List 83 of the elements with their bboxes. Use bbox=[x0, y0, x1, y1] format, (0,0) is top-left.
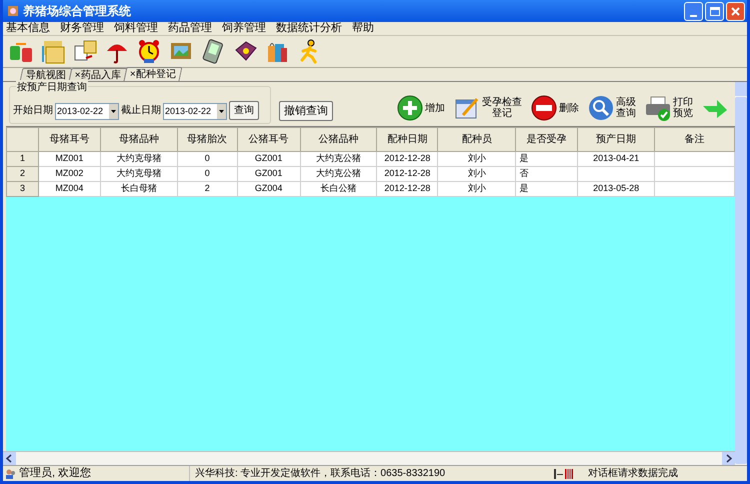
table-cell: MZ004 bbox=[38, 182, 100, 196]
close-tab-icon[interactable]: × bbox=[74, 68, 81, 82]
close-button[interactable] bbox=[726, 2, 745, 20]
table-cell: 0 bbox=[177, 166, 238, 182]
status-company: 兴华科技: 专业开发定做软件，联系电话：0635-8332190 bbox=[189, 466, 544, 481]
menu-item[interactable]: 饲养管理 bbox=[219, 20, 269, 37]
column-header[interactable]: 是否受孕 bbox=[516, 128, 578, 152]
row-number: 2 bbox=[6, 166, 38, 182]
status-user: 管理员, 欢迎您 bbox=[19, 466, 92, 482]
table-cell: 长白母猪 bbox=[100, 182, 178, 196]
delete-icon[interactable] bbox=[530, 94, 558, 122]
horizontal-scrollbar[interactable] bbox=[3, 451, 735, 465]
table-cell: 大约克母猪 bbox=[100, 166, 178, 182]
printer-icon[interactable] bbox=[644, 94, 672, 122]
cancel-query-button[interactable]: 撤销查询 bbox=[279, 101, 333, 121]
column-header[interactable]: 配种员 bbox=[438, 128, 516, 152]
folders-icon[interactable] bbox=[40, 38, 66, 65]
row-number: 3 bbox=[6, 182, 38, 196]
menu-item[interactable]: 帮助 bbox=[349, 20, 377, 37]
table-cell: 大约克公猪 bbox=[300, 166, 377, 182]
table-cell: 2013-05-28 bbox=[578, 182, 655, 196]
table-cell: 2012-12-28 bbox=[376, 152, 438, 166]
action-label[interactable]: 删除 bbox=[559, 102, 579, 114]
column-header[interactable]: 公猪品种 bbox=[300, 128, 377, 152]
table-cell: 2012-12-28 bbox=[376, 182, 438, 196]
add-icon[interactable] bbox=[396, 94, 424, 122]
status-message: 对话框请求数据完成 bbox=[588, 466, 678, 481]
menu-item[interactable]: 财务管理 bbox=[57, 20, 107, 37]
menu-item[interactable]: 基本信息 bbox=[3, 20, 53, 37]
vertical-scrollbar[interactable] bbox=[735, 82, 747, 465]
table-cell: 是 bbox=[516, 152, 578, 166]
table-cell: 是 bbox=[516, 182, 578, 196]
table-cell: 否 bbox=[516, 166, 578, 182]
menu-item[interactable]: 药品管理 bbox=[165, 20, 215, 37]
table-cell: MZ002 bbox=[38, 166, 100, 182]
table-cell: 刘小 bbox=[438, 166, 516, 182]
row-number: 1 bbox=[6, 152, 38, 166]
maximize-button[interactable] bbox=[705, 2, 724, 20]
tab[interactable]: ×药品入库 bbox=[68, 68, 128, 81]
menu-item[interactable]: 饲料管理 bbox=[111, 20, 161, 37]
close-icon bbox=[730, 6, 741, 16]
scroll-left-icon[interactable] bbox=[3, 452, 16, 465]
search-icon[interactable] bbox=[587, 94, 615, 122]
table-cell: 2012-12-28 bbox=[376, 166, 438, 182]
menu-item[interactable]: 数据统计分析 bbox=[273, 20, 345, 37]
column-header[interactable]: 母猪胎次 bbox=[177, 128, 238, 152]
action-label[interactable]: 受孕检查 登记 bbox=[482, 97, 522, 119]
start-date-field[interactable]: 2013-02-22 bbox=[55, 103, 119, 120]
table-cell: 长白公猪 bbox=[300, 182, 377, 196]
table-cell: 0 bbox=[177, 152, 238, 166]
action-label[interactable]: 高级 查询 bbox=[616, 97, 636, 119]
column-header[interactable]: 配种日期 bbox=[376, 128, 438, 152]
end-date-label: 截止日期 bbox=[121, 104, 161, 118]
column-header[interactable]: 公猪耳号 bbox=[237, 128, 300, 152]
scroll-right-icon[interactable] bbox=[722, 452, 735, 465]
column-header[interactable]: 预产日期 bbox=[578, 128, 655, 152]
table-cell: GZ001 bbox=[237, 152, 300, 166]
table-cell: 大约克公猪 bbox=[300, 152, 377, 166]
tab[interactable]: 导航视图 bbox=[20, 68, 72, 81]
indicator-icon bbox=[554, 468, 574, 478]
search-button[interactable]: 查询 bbox=[229, 101, 259, 120]
table-cell: 2013-04-21 bbox=[578, 152, 655, 166]
table-cell: MZ001 bbox=[38, 152, 100, 166]
table-cell: GZ004 bbox=[237, 182, 300, 196]
table-cell: GZ001 bbox=[237, 166, 300, 182]
column-header[interactable]: 母猪品种 bbox=[100, 128, 178, 152]
table-cell: 2 bbox=[177, 182, 238, 196]
app-icon bbox=[6, 4, 20, 18]
table-cell: 刘小 bbox=[438, 152, 516, 166]
action-label[interactable]: 增加 bbox=[425, 102, 445, 114]
start-date-label: 开始日期 bbox=[13, 104, 53, 118]
users-icon bbox=[5, 468, 17, 480]
column-header[interactable]: 母猪耳号 bbox=[38, 128, 100, 152]
minimize-button[interactable] bbox=[684, 2, 703, 20]
corner-header bbox=[6, 128, 38, 152]
close-tab-icon[interactable]: × bbox=[130, 67, 136, 82]
table-cell: 刘小 bbox=[438, 182, 516, 196]
action-label[interactable]: 打印 预览 bbox=[673, 97, 693, 119]
end-date-field[interactable]: 2013-02-22 bbox=[163, 103, 227, 120]
window-title: 养猪场综合管理系统 bbox=[23, 3, 131, 20]
table-cell: 大约克母猪 bbox=[100, 152, 178, 166]
column-header[interactable]: 备注 bbox=[654, 128, 734, 152]
tab[interactable]: ×配种登记 bbox=[123, 67, 182, 81]
